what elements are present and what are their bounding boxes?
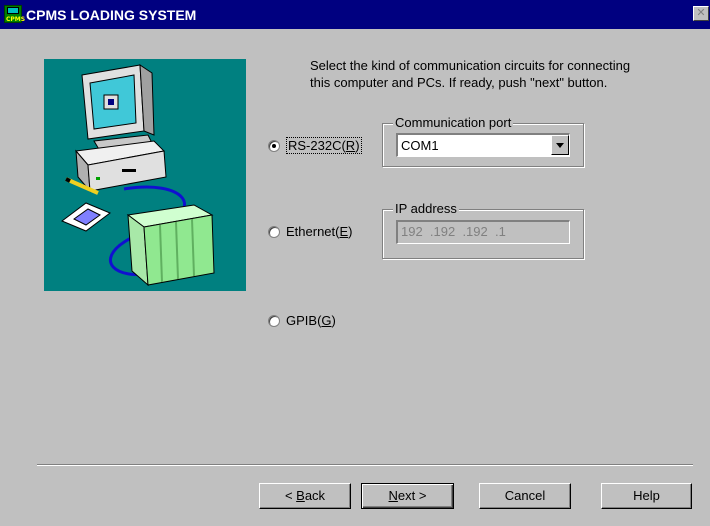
window-title: CPMS LOADING SYSTEM [26,7,197,23]
computer-plc-illustration [44,59,246,291]
rs232c-radio[interactable]: RS-232C(R) [268,137,362,154]
cancel-button[interactable]: Cancel [479,483,571,509]
instructions-line-2: this computer and PCs. If ready, push "n… [310,75,608,90]
back-button[interactable]: < Back [259,483,351,509]
communication-port-value: COM1 [401,138,439,153]
help-button[interactable]: Help [601,483,692,509]
ip-address-label: IP address [393,201,459,217]
communication-port-label: Communication port [393,115,514,131]
next-button[interactable]: Next > [361,483,454,509]
footer-separator [37,464,693,466]
ip-address-field[interactable]: 192 .192 .192 .1 [396,220,570,244]
chevron-down-icon[interactable] [551,135,569,155]
instructions-line-1: Select the kind of communication circuit… [310,58,631,73]
communication-port-select[interactable]: COM1 [396,133,570,157]
gpib-radio-label[interactable]: GPIB(G) [286,313,336,328]
gpib-radio-dot[interactable] [268,314,280,327]
ethernet-radio[interactable]: Ethernet(E) [268,224,353,239]
cpms-app-icon[interactable]: CPMS [4,5,25,23]
ethernet-radio-dot[interactable] [268,225,280,238]
close-icon[interactable]: ✕ [693,6,709,21]
rs232c-radio-dot[interactable] [268,139,280,152]
ethernet-radio-label[interactable]: Ethernet(E) [286,224,353,239]
gpib-radio[interactable]: GPIB(G) [268,313,336,328]
instructions-text: Select the kind of communication circuit… [310,57,690,91]
rs232c-radio-label[interactable]: RS-232C(R) [286,137,362,154]
title-bar: CPMS CPMS LOADING SYSTEM ✕ [0,0,710,29]
